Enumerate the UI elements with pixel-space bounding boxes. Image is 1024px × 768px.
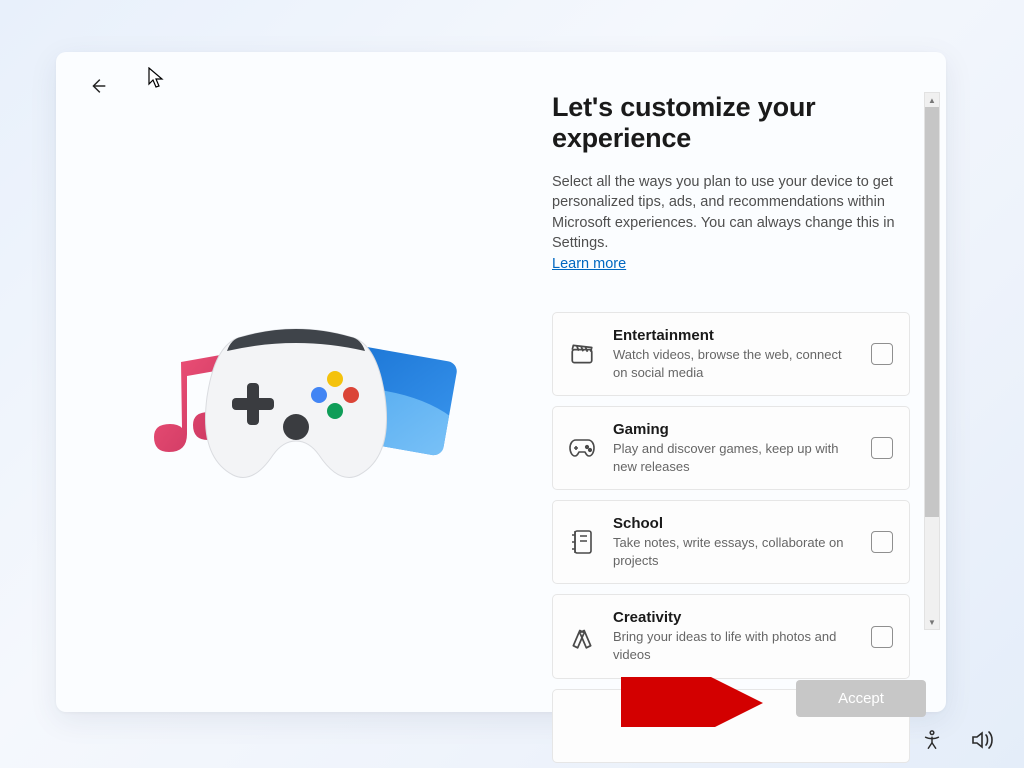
option-subtitle: Watch videos, browse the web, connect on… [613,346,855,381]
page-description: Select all the ways you plan to use your… [552,172,932,253]
notebook-icon [567,529,597,555]
footer-buttons: Skip Accept [552,680,926,717]
option-subtitle: Take notes, write essays, collaborate on… [613,534,855,569]
option-entertainment[interactable]: Entertainment Watch videos, browse the w… [552,312,910,396]
content-pane: ▲ ▼ Let's customize your experience Sele… [552,92,926,667]
page-title: Let's customize your experience [552,92,920,154]
back-button[interactable] [84,72,112,100]
scroll-down-arrow[interactable]: ▼ [925,615,939,629]
accessibility-icon[interactable] [920,728,944,752]
clapperboard-icon [567,341,597,367]
option-checkbox[interactable] [871,531,893,553]
option-title: Gaming [613,421,855,438]
hero-illustration [146,327,446,507]
paintbrush-icon [567,624,597,650]
scrollbar[interactable]: ▲ ▼ [924,92,940,630]
option-title: Creativity [613,609,855,626]
learn-more-link[interactable]: Learn more [552,256,626,272]
option-checkbox[interactable] [871,437,893,459]
option-gaming[interactable]: Gaming Play and discover games, keep up … [552,406,910,490]
game-controller-icon [201,327,391,487]
accept-button[interactable]: Accept [796,680,926,717]
option-subtitle: Play and discover games, keep up with ne… [613,440,855,475]
scroll-thumb[interactable] [925,107,939,517]
option-checkbox[interactable] [871,626,893,648]
option-title: School [613,515,855,532]
option-title: Entertainment [613,327,855,344]
system-tray [920,728,994,752]
oobe-card: ▲ ▼ Let's customize your experience Sele… [56,52,946,712]
skip-button[interactable]: Skip [705,684,758,713]
option-subtitle: Bring your ideas to life with photos and… [613,628,855,663]
gamepad-icon [567,438,597,458]
volume-icon[interactable] [970,728,994,752]
option-checkbox[interactable] [871,343,893,365]
option-creativity[interactable]: Creativity Bring your ideas to life with… [552,594,910,678]
scroll-up-arrow[interactable]: ▲ [925,93,939,107]
option-school[interactable]: School Take notes, write essays, collabo… [552,500,910,584]
